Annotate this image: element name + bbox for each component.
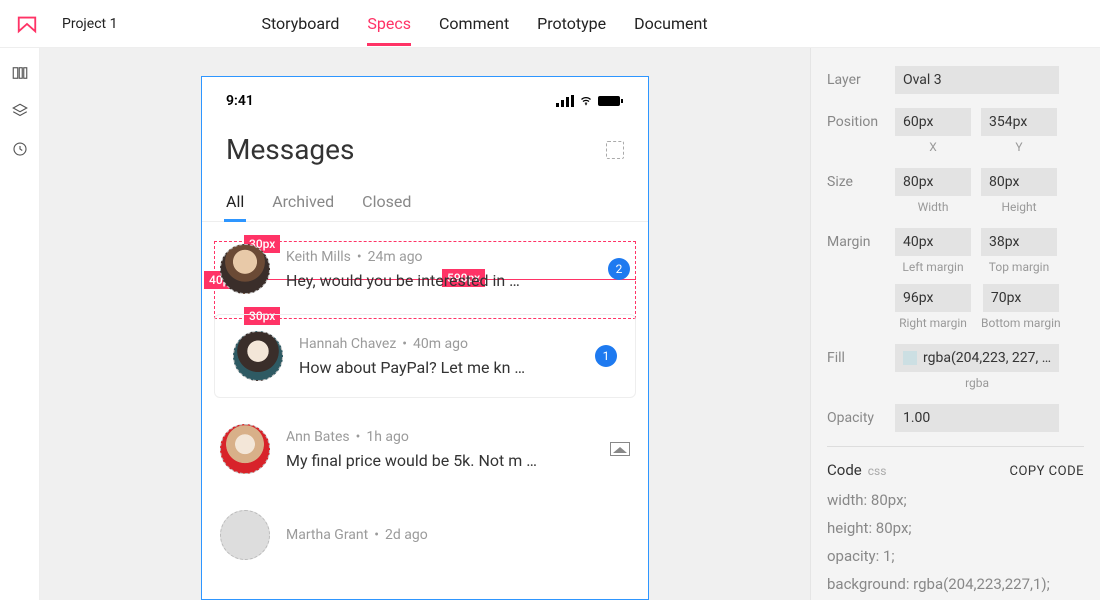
avatar[interactable] <box>233 331 283 381</box>
status-bar: 9:41 <box>202 77 648 117</box>
code-line: height: 80px; <box>827 519 1084 537</box>
segment-archived[interactable]: Archived <box>272 182 334 221</box>
label-opacity: Opacity <box>827 404 883 426</box>
avatar[interactable] <box>220 244 270 294</box>
sender-name: Hannah Chavez <box>299 336 396 352</box>
message-time: 2d ago <box>385 527 428 543</box>
status-icons <box>556 95 624 107</box>
code-line: width: 80px; <box>827 491 1084 509</box>
status-time: 9:41 <box>226 93 254 109</box>
tab-specs[interactable]: Specs <box>367 2 411 45</box>
wifi-icon <box>578 95 594 107</box>
size-width-field[interactable]: 80px <box>895 168 971 196</box>
sender-name: Martha Grant <box>286 527 368 543</box>
compose-icon[interactable] <box>606 141 624 159</box>
margin-bottom-field[interactable]: 70px <box>983 284 1059 312</box>
label-margin: Margin <box>827 228 883 250</box>
segment-control: All Archived Closed <box>202 182 648 222</box>
main-tabs: Storyboard Specs Comment Prototype Docum… <box>261 2 707 45</box>
project-name[interactable]: Project 1 <box>62 16 117 32</box>
tab-comment[interactable]: Comment <box>439 2 509 45</box>
inspector-panel: Layer Oval 3 Position 60pxX 354pxY Size … <box>810 48 1100 600</box>
code-heading: Code <box>827 461 862 479</box>
label-position: Position <box>827 108 883 130</box>
message-preview: How about PayPal? Let me kn … <box>299 358 579 377</box>
panels-icon[interactable] <box>11 64 29 82</box>
position-y-field[interactable]: 354px <box>981 108 1057 136</box>
fill-swatch <box>903 351 917 365</box>
message-time: 40m ago <box>413 336 468 352</box>
message-time: 1h ago <box>366 429 409 445</box>
sender-name: Ann Bates <box>286 429 350 445</box>
copy-code-button[interactable]: COPY CODE <box>1010 464 1084 479</box>
artboard[interactable]: 9:41 Messages All Archived Closed 30px <box>201 76 649 600</box>
segment-closed[interactable]: Closed <box>362 182 411 221</box>
message-preview: My final price would be 5k. Not m … <box>286 451 594 470</box>
app-logo-icon <box>16 13 38 35</box>
message-time: 24m ago <box>368 249 423 265</box>
sender-name: Keith Mills <box>286 249 351 265</box>
opacity-field[interactable]: 1.00 <box>895 404 1059 432</box>
photo-attachment-icon <box>610 442 630 456</box>
topbar: Project 1 Storyboard Specs Comment Proto… <box>0 0 1100 48</box>
label-size: Size <box>827 168 883 190</box>
message-preview: Hey, would you be interested in … <box>286 271 592 290</box>
tool-rail <box>0 48 40 600</box>
code-lang: css <box>868 464 887 478</box>
message-row[interactable]: Keith Mills•24m ago Hey, would you be in… <box>202 228 648 310</box>
label-layer: Layer <box>827 66 883 88</box>
size-height-field[interactable]: 80px <box>981 168 1057 196</box>
tab-document[interactable]: Document <box>634 2 707 45</box>
signal-icon <box>556 95 574 107</box>
page-title: Messages <box>226 133 354 166</box>
unread-badge: 1 <box>595 345 617 367</box>
label-fill: Fill <box>827 344 883 366</box>
margin-right-field[interactable]: 96px <box>895 284 971 312</box>
tab-prototype[interactable]: Prototype <box>537 2 606 45</box>
position-x-field[interactable]: 60px <box>895 108 971 136</box>
segment-all[interactable]: All <box>226 182 244 221</box>
margin-top-field[interactable]: 38px <box>981 228 1057 256</box>
layer-name-field[interactable]: Oval 3 <box>895 66 1059 94</box>
code-line: opacity: 1; <box>827 547 1084 565</box>
message-row[interactable]: Hannah Chavez•40m ago How about PayPal? … <box>214 314 636 398</box>
code-line: background: rgba(204,223,227,1); <box>827 575 1084 593</box>
tab-storyboard[interactable]: Storyboard <box>261 2 339 45</box>
avatar[interactable] <box>220 424 270 474</box>
history-icon[interactable] <box>11 140 29 158</box>
avatar[interactable] <box>220 510 270 560</box>
message-row[interactable]: Ann Bates•1h ago My final price would be… <box>202 408 648 490</box>
battery-icon <box>598 95 624 107</box>
message-row[interactable]: Martha Grant•2d ago <box>202 494 648 576</box>
unread-badge: 2 <box>608 258 630 280</box>
layers-icon[interactable] <box>11 102 29 120</box>
margin-left-field[interactable]: 40px <box>895 228 971 256</box>
fill-field[interactable]: rgba(204,223, 227, … <box>895 344 1059 372</box>
canvas[interactable]: 9:41 Messages All Archived Closed 30px <box>40 48 810 600</box>
